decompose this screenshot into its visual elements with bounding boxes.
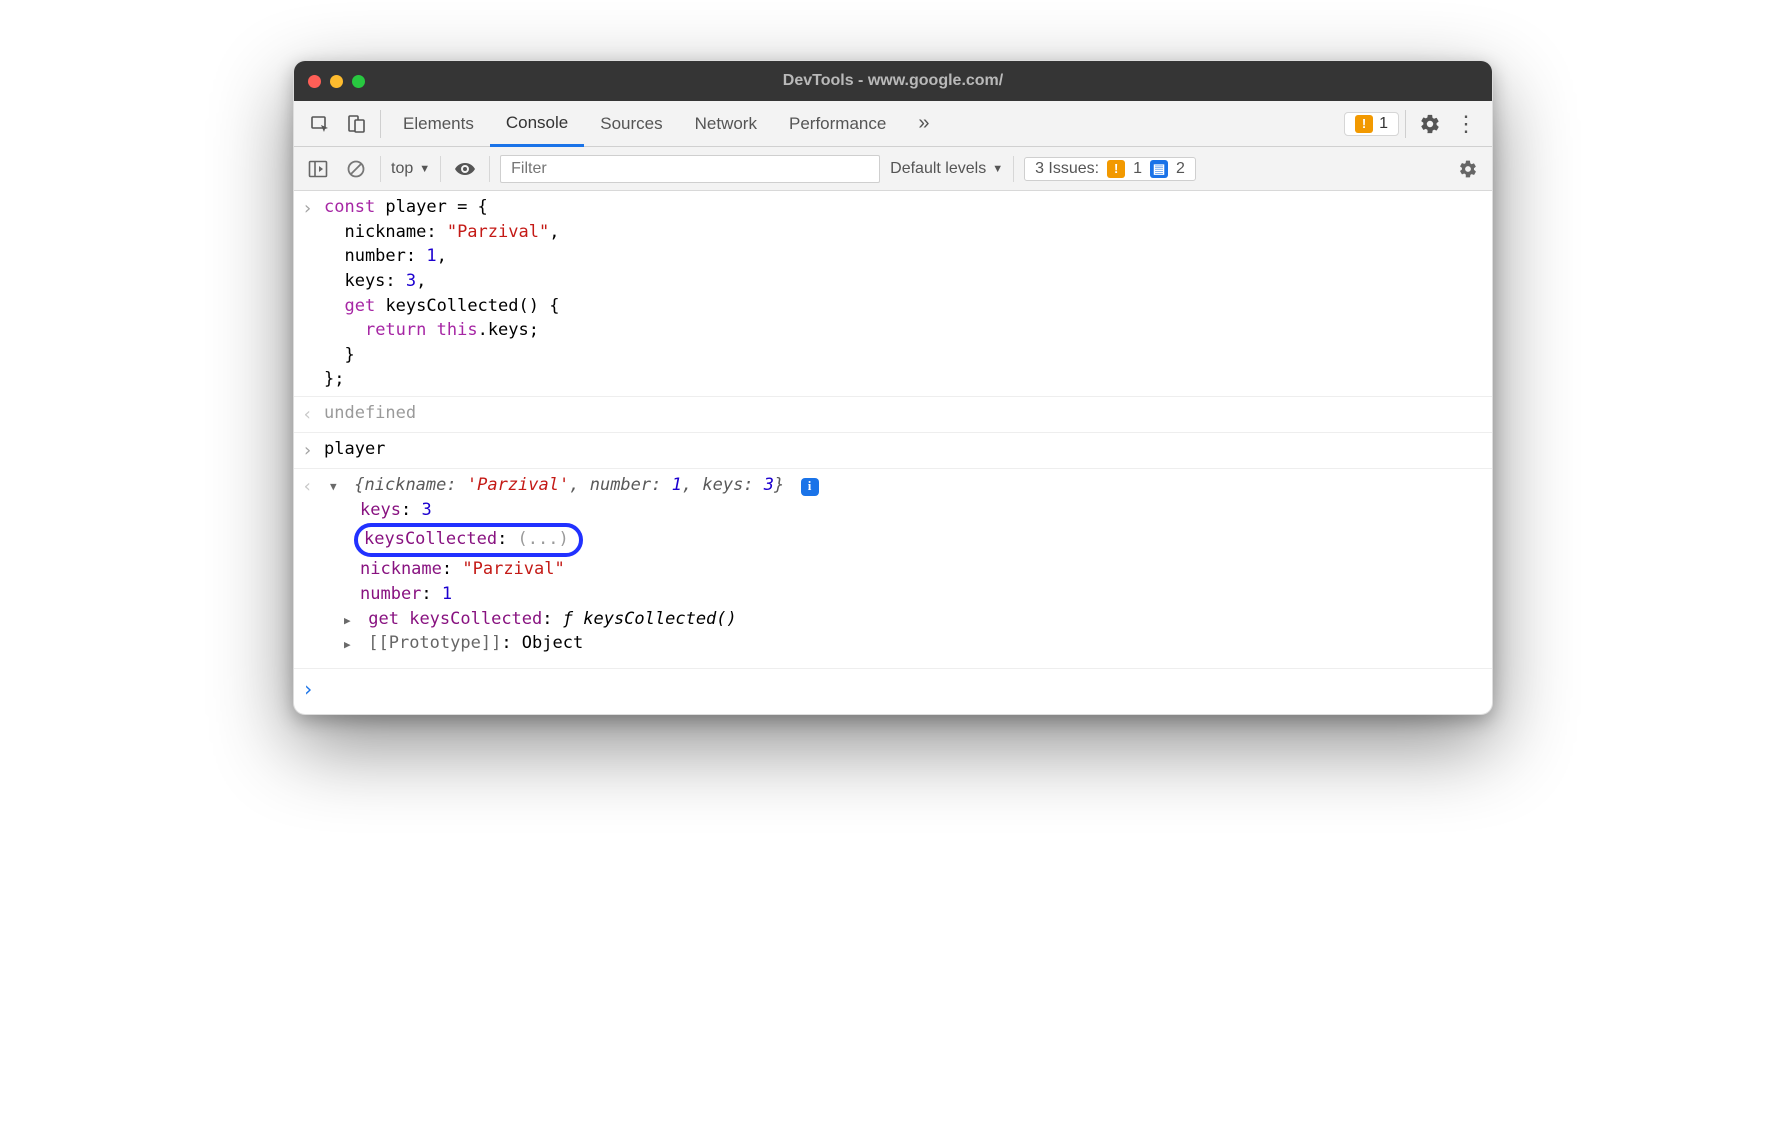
device-toolbar-icon[interactable] [338, 114, 374, 134]
warning-icon: ! [1355, 115, 1373, 133]
console-code: player [324, 437, 1482, 462]
console-prompt[interactable] [294, 668, 1492, 714]
settings-icon[interactable] [1412, 113, 1448, 135]
window-controls [308, 75, 365, 88]
caret-down-icon [330, 473, 344, 498]
console-toolbar: top ▼ Default levels ▼ 3 Issues: ! 1 ▤ 2 [294, 147, 1492, 191]
issues-info-count: 2 [1176, 160, 1185, 178]
clear-console-icon[interactable] [342, 155, 370, 183]
object-property-function[interactable]: get keysCollected: ƒ keysCollected() [344, 607, 1482, 632]
tab-performance[interactable]: Performance [773, 101, 902, 146]
filter-input[interactable] [500, 155, 880, 183]
separator [380, 110, 381, 138]
console-input-row[interactable]: const player = { nickname: "Parzival", n… [294, 191, 1492, 397]
separator [1405, 110, 1406, 138]
console-body: const player = { nickname: "Parzival", n… [294, 191, 1492, 714]
issues-warning-count: 1 [1133, 160, 1142, 178]
close-window-button[interactable] [308, 75, 321, 88]
console-output-row: {nickname: 'Parzival', number: 1, keys: … [294, 469, 1492, 667]
devtools-window: DevTools - www.google.com/ Elements Cons… [293, 60, 1493, 715]
object-prototype[interactable]: [[Prototype]]: Object [344, 631, 1482, 656]
console-settings-icon[interactable] [1454, 155, 1482, 183]
highlight-annotation: keysCollected: (...) [354, 523, 583, 558]
console-input-row[interactable]: player [294, 433, 1492, 469]
warnings-badge[interactable]: ! 1 [1344, 112, 1399, 136]
titlebar: DevTools - www.google.com/ [294, 61, 1492, 101]
object-property[interactable]: keys: 3 [360, 498, 1482, 523]
separator [489, 156, 490, 182]
object-property-getter-highlight[interactable]: keysCollected: (...) [360, 523, 1482, 558]
issues-label: 3 Issues: [1035, 160, 1099, 178]
separator [1013, 156, 1014, 182]
tab-network[interactable]: Network [679, 101, 773, 146]
output-marker-icon [302, 401, 324, 428]
main-toolbar: Elements Console Sources Network Perform… [294, 101, 1492, 147]
undefined-output: undefined [324, 401, 1482, 426]
console-output-row: undefined [294, 397, 1492, 433]
chevron-down-icon: ▼ [992, 163, 1003, 175]
live-expression-icon[interactable] [451, 155, 479, 183]
levels-label: Default levels [890, 160, 986, 178]
more-tabs-button[interactable]: » [902, 101, 945, 146]
info-icon[interactable]: i [801, 478, 819, 496]
object-output: {nickname: 'Parzival', number: 1, keys: … [324, 473, 1482, 655]
panel-tabs: Elements Console Sources Network Perform… [387, 101, 945, 146]
tab-sources[interactable]: Sources [584, 101, 678, 146]
object-property[interactable]: nickname: "Parzival" [360, 557, 1482, 582]
issues-button[interactable]: 3 Issues: ! 1 ▤ 2 [1024, 157, 1196, 181]
context-selector[interactable]: top ▼ [391, 160, 430, 178]
caret-right-icon [344, 631, 358, 656]
output-marker-icon [302, 473, 324, 500]
inspect-element-icon[interactable] [302, 114, 338, 134]
input-marker-icon [302, 437, 324, 464]
separator [440, 156, 441, 182]
tab-console[interactable]: Console [490, 101, 584, 147]
info-icon: ▤ [1150, 160, 1168, 178]
zoom-window-button[interactable] [352, 75, 365, 88]
separator [380, 156, 381, 182]
caret-right-icon [344, 607, 358, 632]
chevron-down-icon: ▼ [419, 163, 430, 175]
context-label: top [391, 160, 413, 178]
console-code: const player = { nickname: "Parzival", n… [324, 195, 1482, 392]
input-marker-icon [302, 195, 324, 222]
warnings-count: 1 [1379, 115, 1388, 133]
tab-elements[interactable]: Elements [387, 101, 490, 146]
minimize-window-button[interactable] [330, 75, 343, 88]
kebab-menu-icon[interactable]: ⋮ [1448, 111, 1484, 137]
object-property[interactable]: number: 1 [360, 582, 1482, 607]
window-title: DevTools - www.google.com/ [294, 72, 1492, 90]
object-summary[interactable]: {nickname: 'Parzival', number: 1, keys: … [324, 473, 1482, 498]
warning-icon: ! [1107, 160, 1125, 178]
toggle-sidebar-icon[interactable] [304, 155, 332, 183]
log-levels-selector[interactable]: Default levels ▼ [890, 160, 1003, 178]
